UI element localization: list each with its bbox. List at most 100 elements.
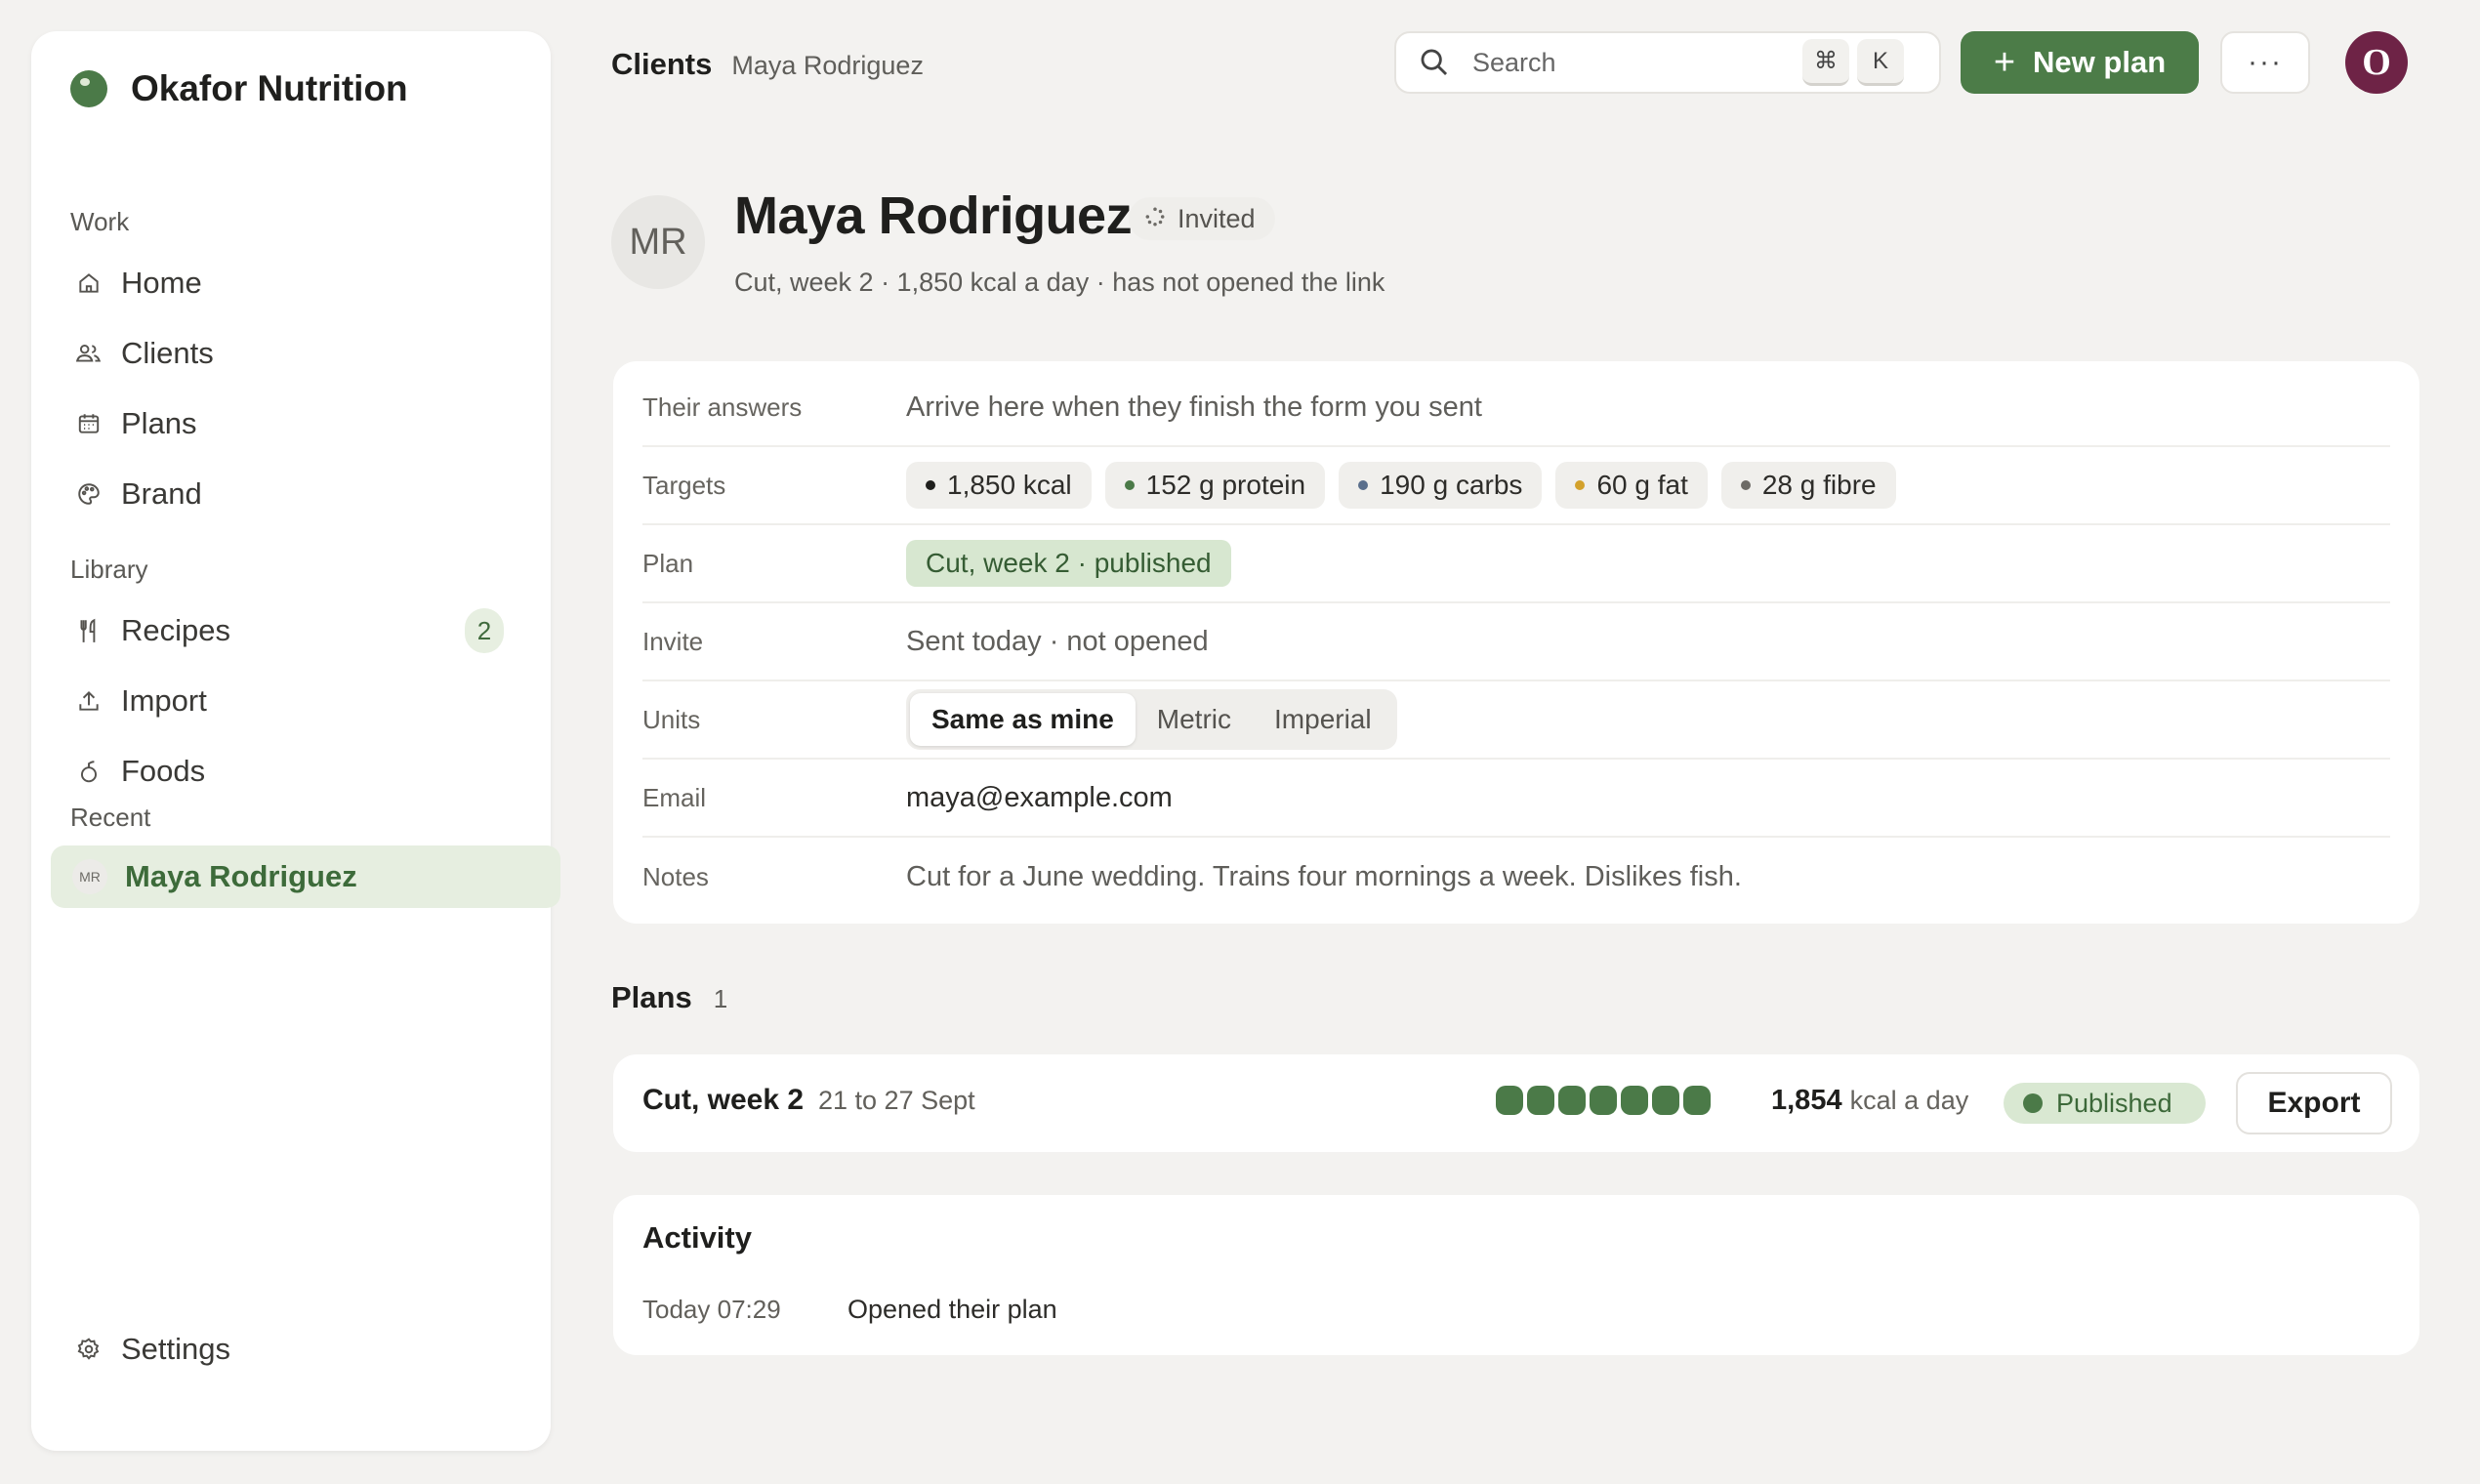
day-pill [1683, 1086, 1711, 1115]
kcal-dot-icon [926, 480, 935, 490]
plus-icon: + [1993, 42, 2016, 83]
plan-row[interactable]: Cut, week 2 21 to 27 Sept 1,854 kcal a d… [613, 1054, 2419, 1152]
sidebar-item-label: Import [121, 683, 207, 718]
sidebar-item-brand[interactable]: Brand [68, 463, 525, 525]
protein-dot-icon [1124, 480, 1135, 490]
details-row-plan: Plan Cut, week 2 · published [642, 525, 2390, 603]
invite-value: Sent today · not opened [906, 625, 1209, 657]
row-label: Email [642, 782, 707, 812]
row-label: Invite [642, 626, 704, 656]
plan-dates: 21 to 27 Sept [818, 1086, 975, 1115]
search-input[interactable] [1472, 47, 1795, 78]
sidebar-item-label: Maya Rodriguez [125, 859, 357, 893]
sidebar-item-foods[interactable]: Foods [68, 740, 525, 803]
target-chip-fat[interactable]: 60 g fat [1555, 462, 1708, 509]
units-option-same[interactable]: Same as mine [910, 693, 1136, 746]
fibre-dot-icon [1740, 480, 1751, 490]
carbs-dot-icon [1358, 480, 1369, 490]
section-label-recent: Recent [70, 803, 151, 832]
status-label: Invited [1178, 203, 1256, 233]
breadcrumb-current: Maya Rodriguez [731, 51, 924, 80]
target-chip-kcal[interactable]: 1,850 kcal [906, 462, 1092, 509]
plans-title: Plans [611, 980, 692, 1014]
plans-section-header: Plans 1 [611, 980, 727, 1015]
breadcrumb-clients-link[interactable]: Clients [611, 47, 712, 82]
export-button[interactable]: Export [2236, 1072, 2392, 1134]
client-details-card: Their answers Arrive here when they fini… [613, 361, 2419, 924]
activity-card: Activity Today 07:29 Opened their plan [613, 1195, 2419, 1355]
user-avatar[interactable]: O [2345, 31, 2408, 94]
sidebar-item-label: Foods [121, 754, 206, 788]
fat-dot-icon [1575, 480, 1586, 490]
status-badge: Invited [1129, 197, 1275, 240]
kcal-unit: kcal a day [1849, 1086, 1969, 1115]
new-plan-button[interactable]: + New plan [1961, 31, 2199, 94]
row-label: Notes [642, 861, 709, 891]
sidebar-item-label: Settings [121, 1332, 231, 1366]
target-text: 152 g protein [1145, 470, 1306, 500]
brand-logo-icon [70, 70, 107, 107]
section-label-work: Work [70, 207, 130, 236]
target-text: 60 g fat [1596, 470, 1688, 500]
plan-name: Cut, week 2 [642, 1084, 805, 1116]
details-row-email: Email maya@example.com [642, 760, 2390, 838]
sidebar-item-label: Home [121, 266, 202, 300]
sidebar-item-label: Recipes [121, 613, 230, 647]
activity-text: Opened their plan [847, 1295, 1057, 1324]
answers-value: Arrive here when they finish the form yo… [906, 391, 1482, 423]
avatar: MR [72, 859, 107, 894]
day-pill [1558, 1086, 1586, 1115]
users-icon [74, 339, 103, 368]
plan-link-chip[interactable]: Cut, week 2 · published [906, 540, 1231, 587]
row-label: Their answers [642, 392, 803, 422]
calendar-icon [74, 409, 103, 438]
more-options-button[interactable]: ··· [2220, 31, 2310, 94]
row-label: Plan [642, 548, 694, 578]
sidebar-item-recent-client[interactable]: MR Maya Rodriguez [51, 845, 560, 908]
target-chip-protein[interactable]: 152 g protein [1104, 462, 1326, 509]
shortcut-cmd-key: ⌘ [1802, 39, 1849, 86]
search-bar[interactable]: ⌘ K [1394, 31, 1941, 94]
brand-name: Okafor Nutrition [131, 68, 408, 108]
sidebar-item-plans[interactable]: Plans [68, 392, 525, 455]
sidebar-item-label: Brand [121, 476, 202, 511]
units-option-imperial[interactable]: Imperial [1253, 693, 1393, 746]
published-dot-icon [2023, 1093, 2043, 1113]
activity-title: Activity [642, 1220, 752, 1255]
client-summary: Cut, week 2 · 1,850 kcal a day · has not… [734, 268, 1385, 297]
target-text: 190 g carbs [1380, 470, 1523, 500]
day-pill [1652, 1086, 1679, 1115]
sidebar-item-settings[interactable]: Settings [68, 1318, 525, 1381]
sidebar-item-clients[interactable]: Clients [68, 322, 525, 385]
section-label-library: Library [70, 555, 148, 584]
plans-count: 1 [713, 984, 728, 1013]
target-chip-fibre[interactable]: 28 g fibre [1720, 462, 1896, 509]
status-label: Published [2056, 1088, 2172, 1118]
day-pill [1590, 1086, 1617, 1115]
upload-icon [74, 686, 103, 716]
recipes-count-badge: 2 [465, 608, 504, 653]
sidebar-item-label: Clients [121, 336, 214, 370]
notes-value[interactable]: Cut for a June wedding. Trains four morn… [906, 861, 1742, 893]
details-row-answers: Their answers Arrive here when they fini… [642, 369, 2390, 447]
units-segmented-control: Same as mine Metric Imperial [906, 689, 1397, 750]
target-chip-carbs[interactable]: 190 g carbs [1339, 462, 1543, 509]
day-pill [1527, 1086, 1554, 1115]
utensils-icon [74, 616, 103, 645]
search-icon [1418, 46, 1451, 79]
loading-icon [1144, 204, 1166, 234]
day-pill [1496, 1086, 1523, 1115]
target-text: 1,850 kcal [947, 470, 1072, 500]
brand[interactable]: Okafor Nutrition [70, 68, 408, 109]
units-option-metric[interactable]: Metric [1136, 693, 1253, 746]
page-title: Maya Rodriguez [734, 186, 1133, 245]
plan-days-indicator [1496, 1086, 1715, 1115]
row-label: Targets [642, 470, 726, 500]
email-value[interactable]: maya@example.com [906, 782, 1173, 814]
details-row-notes: Notes Cut for a June wedding. Trains fou… [642, 838, 2390, 916]
sidebar-item-home[interactable]: Home [68, 252, 525, 314]
sidebar-item-recipes[interactable]: Recipes 2 [68, 599, 525, 662]
new-plan-label: New plan [2033, 45, 2167, 79]
apple-icon [74, 757, 103, 786]
sidebar-item-import[interactable]: Import [68, 670, 525, 732]
